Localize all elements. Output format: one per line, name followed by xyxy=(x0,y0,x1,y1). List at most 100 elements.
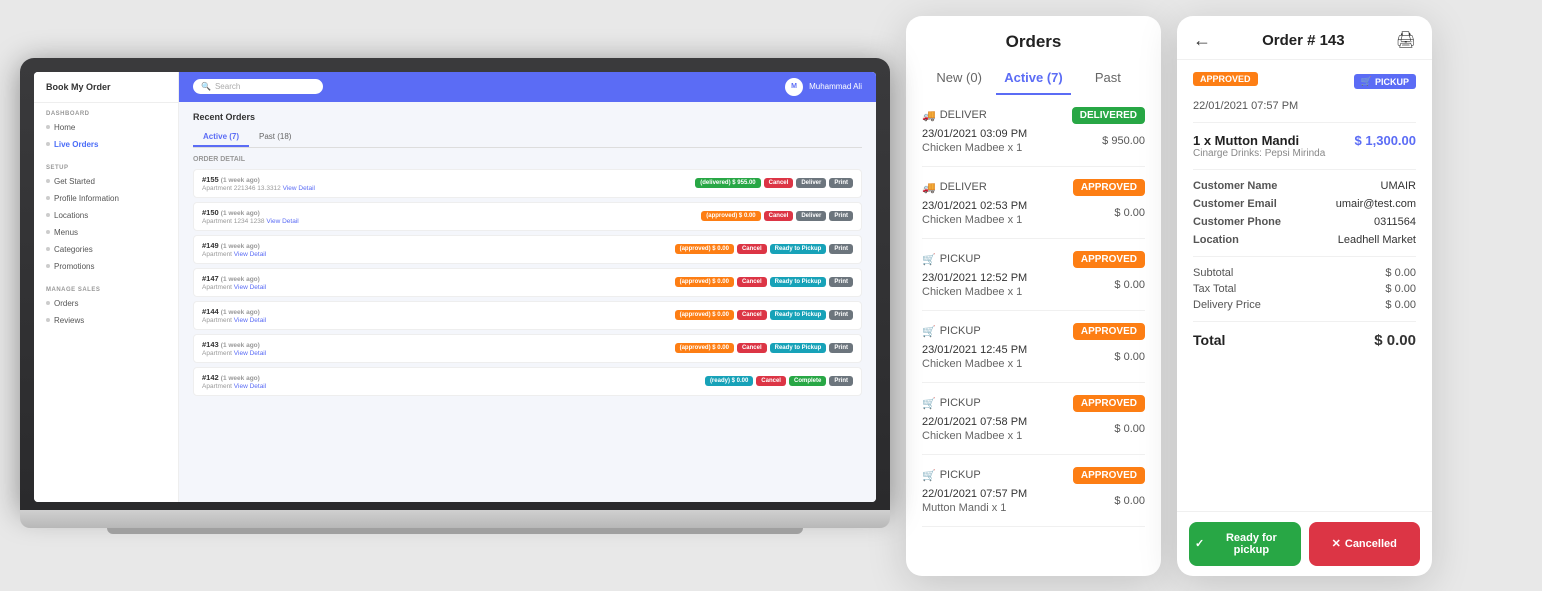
divider xyxy=(1193,122,1416,123)
search-icon: 🔍 xyxy=(201,82,211,91)
order-row: #144 (1 week ago) Apartment View Detail … xyxy=(193,301,862,330)
delivery-label: Delivery Price xyxy=(1193,299,1261,311)
sidebar-item-menus[interactable]: Menus xyxy=(34,224,178,241)
customer-email-value: umair@test.com xyxy=(1336,198,1416,210)
status-badge: (approved) $ 0.00 xyxy=(675,277,734,287)
back-button[interactable]: ← xyxy=(1193,30,1211,51)
ready-button[interactable]: Ready to Pickup xyxy=(770,310,827,320)
print-button[interactable]: Print xyxy=(829,178,853,188)
laptop-foot xyxy=(107,528,803,534)
cancelled-button[interactable]: ✕ Cancelled xyxy=(1309,522,1421,566)
cancel-button[interactable]: Cancel xyxy=(737,244,767,254)
sidebar-item-orders[interactable]: Orders xyxy=(34,295,178,312)
sidebar-setup-section: SETUP Get Started Profile Information Lo… xyxy=(34,157,178,279)
customer-name-row: Customer Name UMAIR xyxy=(1193,180,1416,192)
orders-area: Recent Orders Active (7) Past (18) ORDER… xyxy=(179,102,876,502)
cancel-button[interactable]: Cancel xyxy=(756,376,786,386)
print-button[interactable]: Print xyxy=(829,244,853,254)
deliver-button[interactable]: Deliver xyxy=(796,178,826,188)
print-button[interactable]: Print xyxy=(829,277,853,287)
order-type: 🛒 PICKUP xyxy=(922,469,981,482)
sidebar-item-live-orders[interactable]: Live Orders xyxy=(34,136,178,153)
order-status-badge: APPROVED xyxy=(1073,251,1145,268)
tab-new[interactable]: New (0) xyxy=(922,62,996,95)
ready-button[interactable]: Ready to Pickup xyxy=(770,343,827,353)
order-item: Chicken Madbee x 1 xyxy=(922,286,1027,298)
sidebar-item-profile[interactable]: Profile Information xyxy=(34,190,178,207)
order-status-badge: APPROVED xyxy=(1073,179,1145,196)
print-button[interactable]: Print xyxy=(829,376,853,386)
cancel-button[interactable]: Cancel xyxy=(764,178,794,188)
total-label: Total xyxy=(1193,332,1225,348)
print-button[interactable]: Print xyxy=(829,211,853,221)
sidebar-item-get-started[interactable]: Get Started xyxy=(34,173,178,190)
ready-button[interactable]: Ready to Pickup xyxy=(770,277,827,287)
order-price: $ 0.00 xyxy=(1114,495,1145,507)
search-bar[interactable]: 🔍 Search xyxy=(193,79,323,94)
order-price: $ 0.00 xyxy=(1114,279,1145,291)
home-dot-icon xyxy=(46,125,50,129)
ready-button[interactable]: Ready to Pickup xyxy=(770,244,827,254)
sidebar-item-reviews[interactable]: Reviews xyxy=(34,312,178,329)
order-actions: (approved) $ 0.00 Cancel Ready to Pickup… xyxy=(675,244,853,254)
customer-name-label: Customer Name xyxy=(1193,180,1277,192)
orders-phone-panel: Orders New (0) Active (7) Past 🚚 DELIVER… xyxy=(906,16,1161,576)
print-button[interactable]: Print xyxy=(829,343,853,353)
tax-row: Tax Total $ 0.00 xyxy=(1193,283,1416,295)
menus-dot-icon xyxy=(46,230,50,234)
order-row: #150 (1 week ago) Apartment 1234 1238 Vi… xyxy=(193,202,862,231)
cancel-button[interactable]: Cancel xyxy=(764,211,794,221)
cancel-button[interactable]: Cancel xyxy=(737,277,767,287)
cancel-button[interactable]: Cancel xyxy=(737,310,767,320)
order-id: #142 (1 week ago) xyxy=(202,373,266,382)
sidebar-item-home[interactable]: Home xyxy=(34,119,178,136)
sidebar-item-categories[interactable]: Categories xyxy=(34,241,178,258)
print-button[interactable]: Print xyxy=(829,310,853,320)
subtotal-row: Subtotal $ 0.00 xyxy=(1193,267,1416,279)
order-card-6[interactable]: 🛒 PICKUP APPROVED 22/01/2021 07:57 PM Mu… xyxy=(922,455,1145,527)
status-badge: (approved) $ 0.00 xyxy=(675,343,734,353)
order-item: Mutton Mandi x 1 xyxy=(922,502,1027,514)
sidebar-dashboard-section: DASHBOARD Home Live Orders xyxy=(34,103,178,157)
order-row: #155 (1 week ago) Apartment 221346 13.33… xyxy=(193,169,862,198)
cancel-button[interactable]: Cancel xyxy=(737,343,767,353)
order-status-badge: APPROVED xyxy=(1073,395,1145,412)
live-orders-dot-icon xyxy=(46,142,50,146)
laptop-screen: Book My Order DASHBOARD Home Live Orders xyxy=(34,72,876,502)
tab-active[interactable]: Active (7) xyxy=(996,62,1070,95)
deliver-button[interactable]: Deliver xyxy=(796,211,826,221)
order-type: 🚚 DELIVER xyxy=(922,109,987,122)
print-icon[interactable]: 🖨 xyxy=(1396,30,1416,50)
order-id: #149 (1 week ago) xyxy=(202,241,266,250)
order-actions: (approved) $ 0.00 Cancel Ready to Pickup… xyxy=(675,343,853,353)
order-card-1[interactable]: 🚚 DELIVER DELIVERED 23/01/2021 03:09 PM … xyxy=(922,95,1145,167)
order-row: #142 (1 week ago) Apartment View Detail … xyxy=(193,367,862,396)
detail-body: APPROVED 🛒 PICKUP 22/01/2021 07:57 PM 1 … xyxy=(1177,60,1432,511)
sidebar-item-locations[interactable]: Locations xyxy=(34,207,178,224)
locations-dot-icon xyxy=(46,213,50,217)
order-card-3[interactable]: 🛒 PICKUP APPROVED 23/01/2021 12:52 PM Ch… xyxy=(922,239,1145,311)
approved-badge: APPROVED xyxy=(1193,72,1258,86)
complete-button[interactable]: Complete xyxy=(789,376,826,386)
order-card-4[interactable]: 🛒 PICKUP APPROVED 23/01/2021 12:45 PM Ch… xyxy=(922,311,1145,383)
tab-past[interactable]: Past xyxy=(1071,62,1145,95)
order-card-2[interactable]: 🚚 DELIVER APPROVED 23/01/2021 02:53 PM C… xyxy=(922,167,1145,239)
status-badge: (delivered) $ 955.00 xyxy=(695,178,760,188)
order-price: $ 0.00 xyxy=(1114,351,1145,363)
tax-label: Tax Total xyxy=(1193,283,1236,295)
tab-past[interactable]: Past (18) xyxy=(249,128,301,147)
order-info: #144 (1 week ago) Apartment View Detail xyxy=(202,307,266,324)
location-label: Location xyxy=(1193,234,1239,246)
order-card-5[interactable]: 🛒 PICKUP APPROVED 22/01/2021 07:58 PM Ch… xyxy=(922,383,1145,455)
order-type: 🚚 DELIVER xyxy=(922,181,987,194)
ready-for-pickup-button[interactable]: ✓ Ready for pickup xyxy=(1189,522,1301,566)
sidebar-item-promotions[interactable]: Promotions xyxy=(34,258,178,275)
order-actions: (ready) $ 0.00 Cancel Complete Print xyxy=(705,376,853,386)
categories-dot-icon xyxy=(46,247,50,251)
subtotal-label: Subtotal xyxy=(1193,267,1233,279)
divider xyxy=(1193,169,1416,170)
order-status-badge: APPROVED xyxy=(1073,323,1145,340)
order-actions: (approved) $ 0.00 Cancel Deliver Print xyxy=(701,211,853,221)
main-content: 🔍 Search M Muhammad Ali Recent Orders Ac… xyxy=(179,72,876,502)
tab-active[interactable]: Active (7) xyxy=(193,128,249,147)
